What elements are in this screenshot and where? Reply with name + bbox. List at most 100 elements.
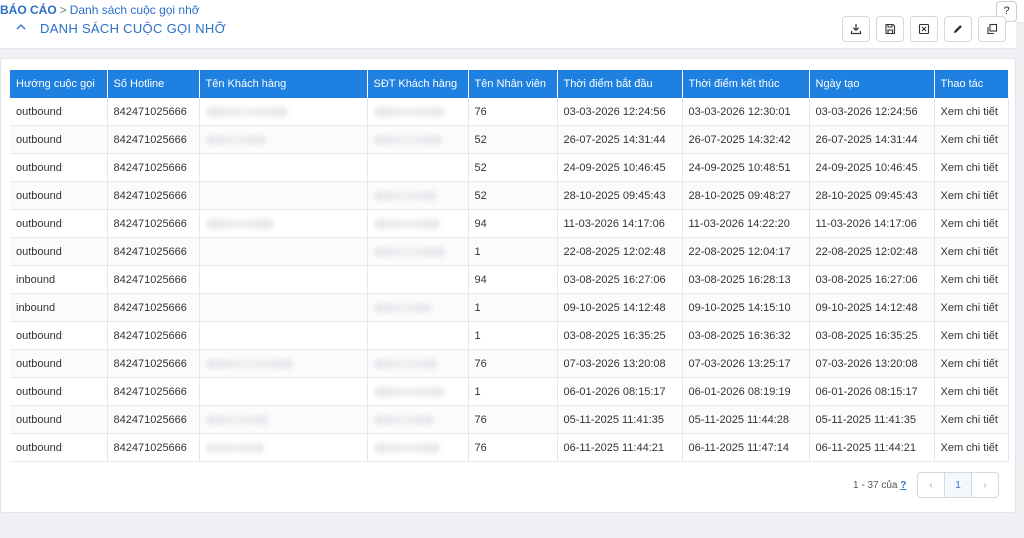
- end-time-cell: 03-08-2025 16:36:32: [682, 321, 810, 350]
- column-header-start-time[interactable]: Thời điểm bắt đầu: [557, 70, 683, 98]
- hotline-cell: 842471025666: [107, 349, 200, 378]
- export-excel-button[interactable]: [910, 16, 938, 42]
- direction-cell: outbound: [10, 321, 108, 350]
- table-row[interactable]: outbound 842471025666 1 06-01-2026 08:15:17…: [10, 377, 1009, 406]
- table-row[interactable]: outbound 842471025666 52 28-10-2025 09:45:4…: [10, 181, 1009, 210]
- copy-icon: [987, 23, 998, 35]
- column-header-customer-name[interactable]: Tên Khách hàng: [199, 70, 368, 98]
- agent-cell: 76: [468, 433, 558, 462]
- action-link[interactable]: Xem chi tiết: [934, 98, 1009, 126]
- customer-phone-cell: [367, 209, 469, 238]
- end-time-cell: 28-10-2025 09:48:27: [682, 181, 810, 210]
- action-link[interactable]: Xem chi tiết: [934, 405, 1009, 434]
- table-row[interactable]: inbound 842471025666 94 03-08-2025 16:27:06…: [10, 265, 1009, 294]
- chevron-up-icon[interactable]: [16, 22, 26, 34]
- save-button[interactable]: [876, 16, 904, 42]
- edit-button[interactable]: [944, 16, 972, 42]
- table-row[interactable]: outbound 842471025666 76 06-11-2025 11:44:2…: [10, 433, 1009, 462]
- created-cell: 22-08-2025 12:02:48: [809, 237, 935, 266]
- end-time-cell: 11-03-2026 14:22:20: [682, 209, 810, 238]
- customer-name-cell: [199, 293, 368, 322]
- next-page-button[interactable]: ›: [972, 473, 998, 497]
- column-header-end-time[interactable]: Thời điểm kết thúc: [682, 70, 810, 98]
- start-time-cell: 05-11-2025 11:41:35: [557, 405, 683, 434]
- table-row[interactable]: outbound 842471025666 94 11-03-2026 14:17:0…: [10, 209, 1009, 238]
- hotline-cell: 842471025666: [107, 98, 200, 126]
- pagination: ‹ 1 ›: [917, 472, 999, 498]
- agent-cell: 52: [468, 181, 558, 210]
- direction-cell: outbound: [10, 153, 108, 182]
- table-row[interactable]: outbound 842471025666 76 07-03-2026 13:20:0…: [10, 349, 1009, 378]
- pagination-help-link[interactable]: ?: [900, 480, 906, 491]
- hotline-cell: 842471025666: [107, 153, 200, 182]
- action-link[interactable]: Xem chi tiết: [934, 153, 1009, 182]
- direction-cell: outbound: [10, 209, 108, 238]
- action-link[interactable]: Xem chi tiết: [934, 209, 1009, 238]
- download-button[interactable]: [842, 16, 870, 42]
- action-link[interactable]: Xem chi tiết: [934, 181, 1009, 210]
- table-row[interactable]: inbound 842471025666 1 09-10-2025 14:12:48 0…: [10, 293, 1009, 322]
- customer-phone-cell: [367, 377, 469, 406]
- missed-calls-table: Hướng cuộc gọi Số Hotline Tên Khách hàng…: [10, 70, 1009, 462]
- prev-page-button[interactable]: ‹: [918, 473, 944, 497]
- redacted-value: [205, 442, 264, 453]
- direction-cell: outbound: [10, 349, 108, 378]
- created-cell: 03-08-2025 16:27:06: [809, 265, 935, 294]
- column-header-direction[interactable]: Hướng cuộc gọi: [10, 70, 108, 98]
- start-time-cell: 28-10-2025 09:45:43: [557, 181, 683, 210]
- end-time-cell: 22-08-2025 12:04:17: [682, 237, 810, 266]
- action-link[interactable]: Xem chi tiết: [934, 377, 1009, 406]
- action-link[interactable]: Xem chi tiết: [934, 265, 1009, 294]
- action-link[interactable]: Xem chi tiết: [934, 321, 1009, 350]
- breadcrumb-root[interactable]: BÁO CÁO: [0, 3, 57, 17]
- pagination-info: 1 - 37 của ?: [853, 480, 906, 491]
- agent-cell: 1: [468, 293, 558, 322]
- table-row[interactable]: outbound 842471025666 1 03-08-2025 16:35:25…: [10, 321, 1009, 350]
- column-header-agent[interactable]: Tên Nhân viên: [468, 70, 558, 98]
- end-time-cell: 03-03-2026 12:30:01: [682, 98, 810, 126]
- customer-phone-cell: [367, 237, 469, 266]
- action-link[interactable]: Xem chi tiết: [934, 349, 1009, 378]
- direction-cell: outbound: [10, 181, 108, 210]
- redacted-value: [373, 134, 442, 145]
- agent-cell: 1: [468, 321, 558, 350]
- customer-phone-cell: [367, 265, 469, 294]
- table-row[interactable]: outbound 842471025666 52 24-09-2025 10:46:4…: [10, 153, 1009, 182]
- action-link[interactable]: Xem chi tiết: [934, 433, 1009, 462]
- action-link[interactable]: Xem chi tiết: [934, 125, 1009, 154]
- column-header-created[interactable]: Ngày tạo: [809, 70, 935, 98]
- redacted-value: [373, 218, 440, 229]
- redacted-value: [205, 414, 268, 425]
- results-card: Hướng cuộc gọi Số Hotline Tên Khách hàng…: [0, 58, 1016, 513]
- column-header-hotline[interactable]: Số Hotline: [107, 70, 200, 98]
- customer-name-cell: [199, 237, 368, 266]
- table-row[interactable]: outbound 842471025666 76 03-03-2026 12:24:5…: [10, 98, 1009, 126]
- redacted-value: [373, 386, 444, 397]
- action-link[interactable]: Xem chi tiết: [934, 237, 1009, 266]
- direction-cell: outbound: [10, 237, 108, 266]
- created-cell: 26-07-2025 14:31:44: [809, 125, 935, 154]
- redacted-value: [205, 106, 288, 117]
- direction-cell: outbound: [10, 98, 108, 126]
- customer-phone-cell: [367, 433, 469, 462]
- column-header-customer-phone[interactable]: SĐT Khách hàng: [367, 70, 469, 98]
- action-link[interactable]: Xem chi tiết: [934, 293, 1009, 322]
- end-time-cell: 06-01-2026 08:19:19: [682, 377, 810, 406]
- customer-phone-cell: [367, 153, 469, 182]
- start-time-cell: 03-08-2025 16:35:25: [557, 321, 683, 350]
- created-cell: 06-11-2025 11:44:21: [809, 433, 935, 462]
- agent-cell: 94: [468, 265, 558, 294]
- page-button-1[interactable]: 1: [944, 473, 972, 497]
- table-row[interactable]: outbound 842471025666 52 26-07-2025 14:31:4…: [10, 125, 1009, 154]
- start-time-cell: 06-01-2026 08:15:17: [557, 377, 683, 406]
- copy-button[interactable]: [978, 16, 1006, 42]
- redacted-value: [205, 218, 274, 229]
- table-row[interactable]: outbound 842471025666 1 22-08-2025 12:02:48…: [10, 237, 1009, 266]
- pagination-range: 1 - 37 của: [853, 480, 898, 491]
- breadcrumb-current[interactable]: Danh sách cuộc gọi nhỡ: [70, 3, 200, 17]
- start-time-cell: 07-03-2026 13:20:08: [557, 349, 683, 378]
- start-time-cell: 26-07-2025 14:31:44: [557, 125, 683, 154]
- created-cell: 03-08-2025 16:35:25: [809, 321, 935, 350]
- customer-phone-cell: [367, 349, 469, 378]
- table-row[interactable]: outbound 842471025666 76 05-11-2025 11:41:3…: [10, 405, 1009, 434]
